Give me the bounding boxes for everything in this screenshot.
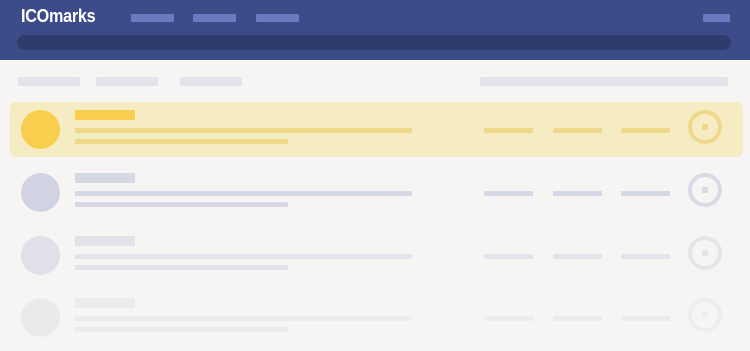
- nav-item-placeholder-3[interactable]: [256, 14, 299, 22]
- logo-text: ICOmarks: [21, 6, 96, 26]
- text-line-placeholder-2: [75, 327, 288, 332]
- list-item[interactable]: [10, 165, 743, 220]
- text-line-placeholder-1: [75, 316, 412, 321]
- text-line-placeholder-2: [75, 202, 288, 207]
- search-bar-placeholder[interactable]: [17, 35, 731, 50]
- action-circle-button[interactable]: [688, 298, 722, 332]
- value-placeholder-3: [621, 254, 670, 259]
- column-header-placeholder-right: [480, 77, 728, 86]
- avatar-placeholder: [21, 173, 60, 212]
- nav-item-placeholder-2[interactable]: [193, 14, 236, 22]
- circle-dot-icon: [702, 250, 708, 256]
- action-circle-button[interactable]: [688, 110, 722, 144]
- text-line-placeholder-1: [75, 191, 412, 196]
- action-circle-button[interactable]: [688, 173, 722, 207]
- value-placeholder-3: [621, 191, 670, 196]
- value-placeholder-3: [621, 316, 670, 321]
- text-line-placeholder-1: [75, 254, 412, 259]
- avatar-placeholder: [21, 236, 60, 275]
- value-placeholder-1: [484, 128, 533, 133]
- value-placeholder-1: [484, 191, 533, 196]
- top-bar: ICOmarks: [0, 0, 750, 60]
- avatar-placeholder: [21, 298, 60, 337]
- title-placeholder: [75, 236, 135, 246]
- icomarks-logo[interactable]: ICOmarks: [21, 6, 104, 27]
- column-header-placeholder-2: [96, 77, 158, 86]
- value-placeholder-2: [553, 316, 602, 321]
- column-header-placeholder-1: [18, 77, 80, 86]
- circle-dot-icon: [702, 187, 708, 193]
- nav-item-placeholder-right[interactable]: [703, 14, 730, 22]
- list-item[interactable]: [10, 102, 743, 157]
- value-placeholder-1: [484, 316, 533, 321]
- text-line-placeholder-1: [75, 128, 412, 133]
- value-placeholder-1: [484, 254, 533, 259]
- value-placeholder-2: [553, 128, 602, 133]
- value-placeholder-3: [621, 128, 670, 133]
- value-placeholder-2: [553, 191, 602, 196]
- circle-dot-icon: [702, 124, 708, 130]
- column-header-placeholder-3: [180, 77, 242, 86]
- text-line-placeholder-2: [75, 139, 288, 144]
- avatar-placeholder: [21, 110, 60, 149]
- nav-item-placeholder-1[interactable]: [131, 14, 174, 22]
- list-item[interactable]: [10, 290, 743, 345]
- list-item[interactable]: [10, 228, 743, 283]
- value-placeholder-2: [553, 254, 602, 259]
- title-placeholder: [75, 298, 135, 308]
- text-line-placeholder-2: [75, 265, 288, 270]
- title-placeholder: [75, 173, 135, 183]
- circle-dot-icon: [702, 312, 708, 318]
- action-circle-button[interactable]: [688, 236, 722, 270]
- title-placeholder: [75, 110, 135, 120]
